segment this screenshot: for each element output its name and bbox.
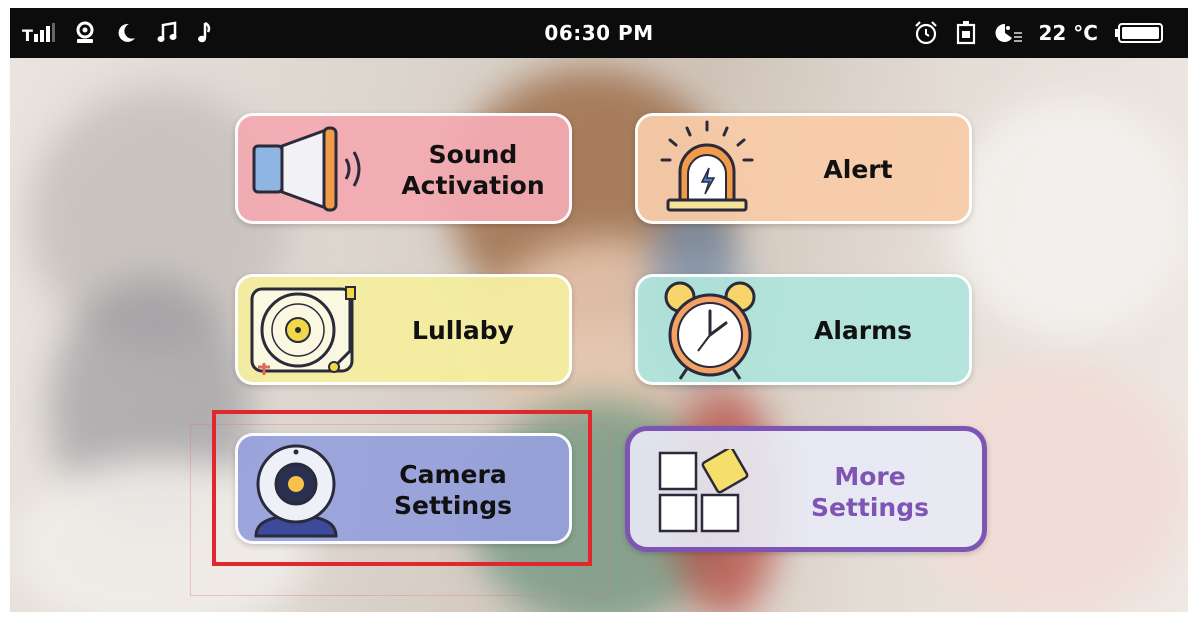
webcam-icon [246,440,346,544]
temperature: 22 °C [1038,21,1098,45]
more-settings-label: More Settings [810,462,929,522]
timer-icon [955,20,977,46]
camera-settings-button[interactable]: Camera Settings [235,433,572,544]
alert-label: Alert [823,155,893,184]
lullaby-label: Lullaby [412,316,514,345]
alert-button[interactable]: Alert [635,113,972,224]
brightness-icon [993,20,1023,46]
siren-icon [652,120,762,224]
status-bar: T 06:30 PM 22 °C [10,8,1188,58]
camera-feed-background [10,58,1188,612]
camera-settings-label: Camera Settings [393,460,512,520]
speaker-icon [246,124,366,218]
alarm-clock-icon [658,279,762,387]
screen: T 06:30 PM 22 °C Sound Activation Alert … [10,8,1188,612]
more-settings-button[interactable]: More Settings [625,426,987,552]
turntable-icon [246,283,366,383]
lullaby-button[interactable]: Lullaby [235,274,572,385]
alarms-button[interactable]: Alarms [635,274,972,385]
status-right-icons: 22 °C [913,18,1164,48]
sound-activation-label: Sound Activation [401,140,545,200]
grid-icon [658,446,754,539]
alarms-label: Alarms [813,316,913,345]
device-frame: T 06:30 PM 22 °C Sound Activation Alert … [0,0,1198,620]
battery-icon [1114,22,1164,44]
sound-activation-button[interactable]: Sound Activation [235,113,572,224]
alarm-clock-icon [913,20,939,46]
